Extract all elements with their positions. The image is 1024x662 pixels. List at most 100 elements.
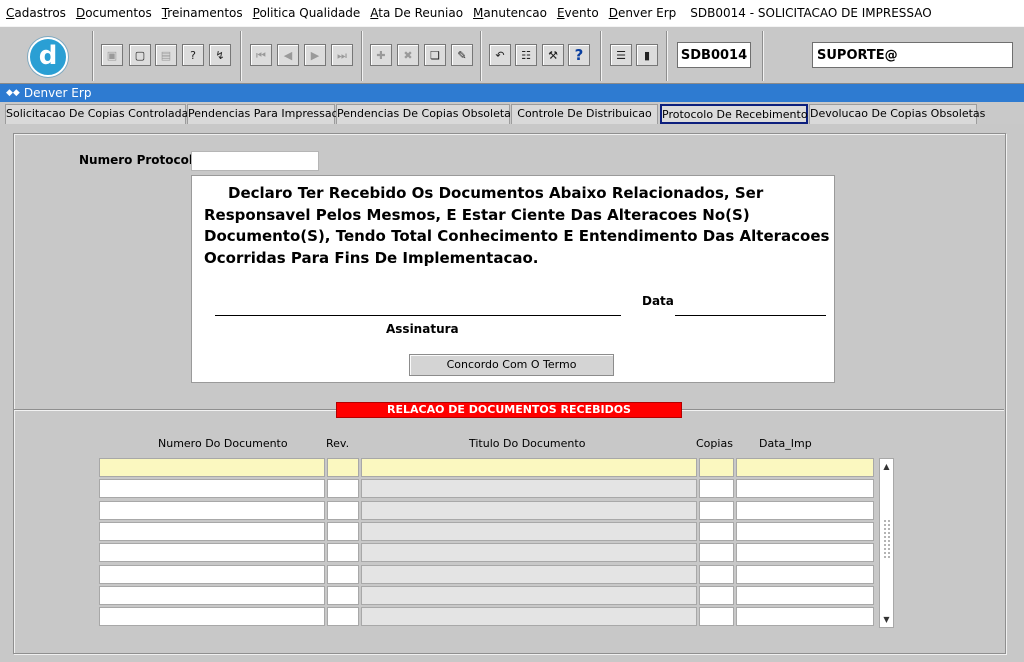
col-header-document-title: Titulo Do Documento (469, 437, 586, 450)
toolbar-separator (666, 31, 668, 81)
tab-controle-distribuicao[interactable]: Controle De Distribuicao (511, 104, 658, 124)
delete-record-icon[interactable]: ✖ (397, 44, 419, 66)
tab-protocolo-recebimento[interactable]: Protocolo De Recebimento (660, 104, 808, 124)
cell-copies[interactable] (699, 543, 734, 563)
clipboard-icon[interactable]: ☷ (515, 44, 537, 66)
menu-treinamentos[interactable]: Treinamentos (162, 6, 243, 20)
cell-copies[interactable] (699, 458, 734, 477)
tab-strip: Solicitacao De Copias Controladas Penden… (0, 102, 1024, 124)
cell-document-title[interactable] (361, 479, 697, 499)
cell-document-title[interactable] (361, 500, 697, 520)
next-record-icon[interactable]: ▶ (304, 44, 326, 66)
menu-politica-qualidade[interactable]: Politica Qualidade (253, 6, 361, 20)
menu-cadastros[interactable]: Cadastros (6, 6, 66, 20)
clear-record-icon[interactable]: ❏ (424, 44, 446, 66)
cell-document-number[interactable] (99, 479, 325, 499)
screen-code-field: SDB0014 (677, 42, 751, 68)
undo-icon[interactable]: ↶ (489, 44, 511, 66)
cell-revision[interactable] (327, 543, 359, 563)
documents-section-title: RELACAO DE DOCUMENTOS RECEBIDOS (336, 402, 682, 418)
cell-copies[interactable] (699, 521, 734, 541)
cell-document-title[interactable] (361, 521, 697, 541)
help-icon[interactable]: ? (568, 44, 590, 66)
cell-document-number[interactable] (99, 543, 325, 563)
tab-pendencias-copias-obsoletas[interactable]: Pendencias De Copias Obsoletas (336, 104, 517, 124)
cell-document-title[interactable] (361, 458, 697, 477)
menu-documentos[interactable]: Documentos (76, 6, 152, 20)
print-icon[interactable]: ▤ (155, 44, 177, 66)
logo-letter: d (38, 41, 58, 71)
denver-logo-icon: d (28, 37, 68, 77)
cell-copies[interactable] (699, 500, 734, 520)
toolbar-separator (480, 31, 482, 81)
scroll-down-icon[interactable]: ▼ (880, 613, 893, 626)
window-title-bar: ◆◆ Denver Erp (0, 84, 1024, 102)
tab-pendencias-impressao[interactable]: Pendencias Para Impressao (187, 104, 338, 124)
cell-document-number[interactable] (99, 458, 325, 477)
cell-document-title[interactable] (361, 585, 697, 605)
menu-denver-erp[interactable]: Denver Erp (609, 6, 677, 20)
previous-record-icon[interactable]: ◀ (277, 44, 299, 66)
window-icon[interactable]: ▢ (129, 44, 151, 66)
menu-manutencao[interactable]: Manutencao (473, 6, 547, 20)
menu-ata-de-reuniao[interactable]: Ata De Reuniao (370, 6, 463, 20)
execute-query-icon[interactable]: ↯ (209, 44, 231, 66)
cell-copies[interactable] (699, 607, 734, 627)
cell-print-date[interactable] (736, 500, 874, 520)
declaration-box: Declaro Ter Recebido Os Documentos Abaix… (191, 175, 835, 383)
toolbar-separator (92, 31, 94, 81)
table-scrollbar[interactable]: ▲ ▼ (879, 458, 894, 628)
protocol-number-label: Numero Protocolo (79, 153, 202, 167)
first-record-icon[interactable]: ⏮ (250, 44, 272, 66)
cell-revision[interactable] (327, 564, 359, 584)
cell-print-date[interactable] (736, 458, 874, 477)
save-icon[interactable]: ▣ (101, 44, 123, 66)
cell-document-title[interactable] (361, 607, 697, 627)
toolbar-separator (361, 31, 363, 81)
cell-document-number[interactable] (99, 500, 325, 520)
exit-icon[interactable]: ▮ (636, 44, 658, 66)
menu-bar: Cadastros Documentos Treinamentos Politi… (0, 0, 1024, 26)
cell-print-date[interactable] (736, 607, 874, 627)
last-record-icon[interactable]: ⏭ (331, 44, 353, 66)
window-title: Denver Erp (23, 86, 92, 100)
col-header-revision: Rev. (326, 437, 350, 450)
cell-document-number[interactable] (99, 607, 325, 627)
cell-print-date[interactable] (736, 479, 874, 499)
cell-copies[interactable] (699, 479, 734, 499)
cell-print-date[interactable] (736, 521, 874, 541)
edit-icon[interactable]: ✎ (451, 44, 473, 66)
window-menu-icon[interactable]: ◆◆ (6, 88, 20, 98)
query-icon[interactable]: ? (182, 44, 204, 66)
cell-revision[interactable] (327, 479, 359, 499)
toolbar-separator (600, 31, 602, 81)
date-label: Data (642, 294, 674, 308)
scroll-up-icon[interactable]: ▲ (880, 460, 893, 473)
scroll-grip[interactable] (883, 519, 890, 559)
cell-print-date[interactable] (736, 585, 874, 605)
user-field: SUPORTE@ (812, 42, 1013, 68)
cell-print-date[interactable] (736, 543, 874, 563)
cell-revision[interactable] (327, 607, 359, 627)
cell-print-date[interactable] (736, 564, 874, 584)
insert-record-icon[interactable]: ✚ (370, 44, 392, 66)
cell-revision[interactable] (327, 585, 359, 605)
cell-revision[interactable] (327, 500, 359, 520)
tab-solicitacao-copias-controladas[interactable]: Solicitacao De Copias Controladas (5, 104, 194, 124)
menu-evento[interactable]: Evento (557, 6, 599, 20)
cell-revision[interactable] (327, 458, 359, 477)
cell-document-title[interactable] (361, 564, 697, 584)
cell-copies[interactable] (699, 585, 734, 605)
protocol-number-input[interactable] (191, 151, 319, 171)
menu-icon[interactable]: ☰ (610, 44, 632, 66)
signature-line (215, 315, 621, 316)
tools-icon[interactable]: ⚒ (542, 44, 564, 66)
cell-document-title[interactable] (361, 543, 697, 563)
agree-terms-button[interactable]: Concordo Com O Termo (409, 354, 614, 376)
cell-revision[interactable] (327, 521, 359, 541)
cell-copies[interactable] (699, 564, 734, 584)
cell-document-number[interactable] (99, 585, 325, 605)
cell-document-number[interactable] (99, 521, 325, 541)
tab-devolucao-copias-obsoletas[interactable]: Devolucao De Copias Obsoletas (809, 104, 985, 124)
cell-document-number[interactable] (99, 564, 325, 584)
